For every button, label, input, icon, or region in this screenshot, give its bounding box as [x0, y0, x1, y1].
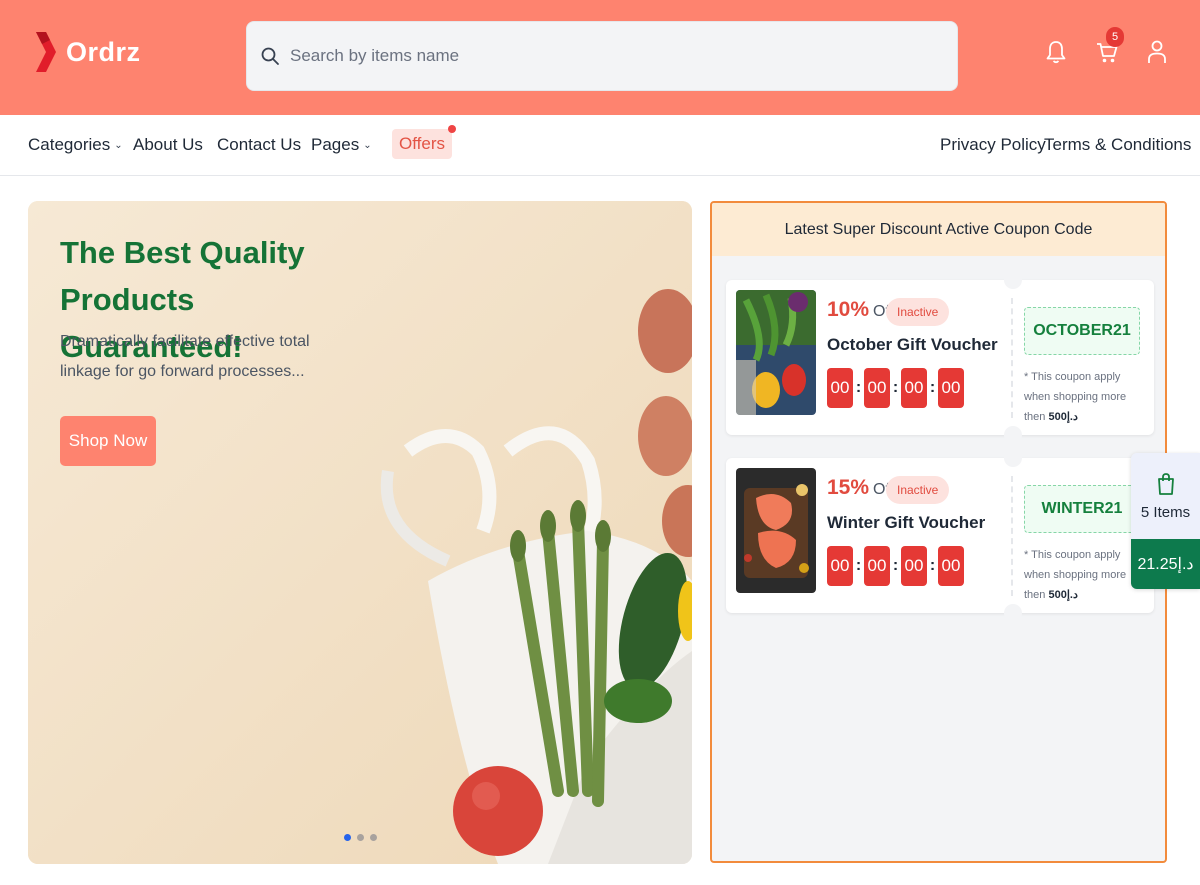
chevron-down-icon: ⌄ — [114, 139, 123, 151]
salmon-image — [736, 468, 816, 593]
nav-offers[interactable]: Offers — [392, 125, 456, 159]
coupon-note: * This coupon apply when shopping more t… — [1024, 549, 1127, 601]
carousel-dot[interactable] — [370, 834, 377, 841]
cart-items-count: 5 Items — [1140, 503, 1191, 521]
nav-contact-us[interactable]: Contact Us — [217, 135, 301, 155]
timer-minutes: 00 — [901, 546, 927, 586]
timer-seconds: 00 — [938, 368, 964, 408]
carousel-dots — [344, 834, 377, 841]
coupon-card: 15% Off Inactive Winter Gift Voucher 00 … — [726, 449, 1154, 622]
header: Ordrz 5 — [0, 0, 1200, 115]
logo[interactable]: Ordrz — [34, 30, 141, 74]
nav-terms-conditions[interactable]: Terms & Conditions — [1044, 135, 1191, 155]
shopping-bag-icon — [1157, 472, 1174, 495]
search-input[interactable] — [290, 46, 930, 66]
bell-icon — [1046, 41, 1066, 64]
user-icon — [1148, 40, 1166, 63]
nav-label: Privacy Policy — [940, 135, 1046, 154]
status-badge: Inactive — [886, 298, 950, 326]
timer-days: 00 — [827, 546, 853, 586]
notifications-button[interactable] — [1043, 37, 1069, 67]
coupon-panel-heading: Latest Super Discount Active Coupon Code — [712, 203, 1165, 256]
chevron-down-icon: ⌄ — [363, 139, 372, 151]
carousel-dot[interactable] — [357, 834, 364, 841]
brand-name: Ordrz — [66, 36, 141, 67]
timer-seconds: 00 — [938, 546, 964, 586]
nav-label: About Us — [133, 135, 203, 154]
main-nav: Categories ⌄ About Us Contact Us Pages ⌄… — [0, 115, 1200, 176]
coupon-panel: Latest Super Discount Active Coupon Code… — [710, 201, 1167, 863]
nav-label: Categories — [28, 135, 111, 154]
coupon-divider — [1011, 298, 1013, 418]
nav-label: Contact Us — [217, 135, 302, 154]
cart-total: د.إ21.25 — [1131, 539, 1200, 589]
minimum-amount: د.إ500 — [1048, 411, 1078, 423]
percent-value: 10% — [827, 298, 870, 321]
timer-minutes: 00 — [901, 368, 927, 408]
coupon-image — [736, 468, 816, 593]
countdown-timer: 00 : 00 : 00 : 00 — [827, 368, 964, 408]
voucher-title: Winter Gift Voucher — [827, 513, 986, 532]
status-badge: Inactive — [886, 476, 950, 504]
discount-percent: 10% Off — [827, 298, 894, 322]
search-icon — [261, 47, 279, 65]
timer-hours: 00 — [864, 546, 890, 586]
discount-percent: 15% Off — [827, 476, 894, 500]
floating-cart-summary: 5 Items — [1131, 453, 1200, 539]
cart-count-badge: 5 — [1106, 27, 1124, 47]
coupon-code[interactable]: WINTER21 — [1024, 485, 1140, 533]
shop-now-button[interactable]: Shop Now — [60, 416, 156, 466]
minimum-amount: د.إ500 — [1048, 589, 1078, 601]
nav-label: Pages — [311, 135, 360, 154]
voucher-title: October Gift Voucher — [827, 335, 998, 354]
coupon-code[interactable]: OCTOBER21 — [1024, 307, 1140, 355]
nav-label: Terms & Conditions — [1044, 135, 1192, 154]
percent-value: 15% — [827, 476, 870, 499]
vegetables-image — [736, 290, 816, 415]
nav-privacy-policy[interactable]: Privacy Policy — [940, 135, 1046, 155]
countdown-timer: 00 : 00 : 00 : 00 — [827, 546, 964, 586]
brand-logo-icon — [36, 32, 56, 72]
nav-pages[interactable]: Pages ⌄ — [311, 135, 372, 155]
search-bar[interactable] — [246, 21, 958, 91]
nav-about-us[interactable]: About Us — [133, 135, 203, 155]
carousel-dot[interactable] — [344, 834, 351, 841]
floating-cart[interactable]: 5 Items د.إ21.25 — [1131, 453, 1200, 589]
notification-dot — [447, 125, 456, 133]
coupon-image — [736, 290, 816, 415]
nav-label: Offers — [399, 134, 445, 153]
nav-categories[interactable]: Categories ⌄ — [28, 135, 123, 155]
timer-hours: 00 — [864, 368, 890, 408]
timer-days: 00 — [827, 368, 853, 408]
account-button[interactable] — [1144, 37, 1170, 67]
hero-banner: The Best Quality Products Guaranteed! Dr… — [28, 201, 692, 864]
coupon-divider — [1011, 476, 1013, 596]
coupon-note: * This coupon apply when shopping more t… — [1024, 371, 1127, 423]
hero-description: Dramatically facilitate effective total … — [60, 333, 310, 380]
coupon-card: 10% Off Inactive October Gift Voucher 00… — [726, 271, 1154, 444]
